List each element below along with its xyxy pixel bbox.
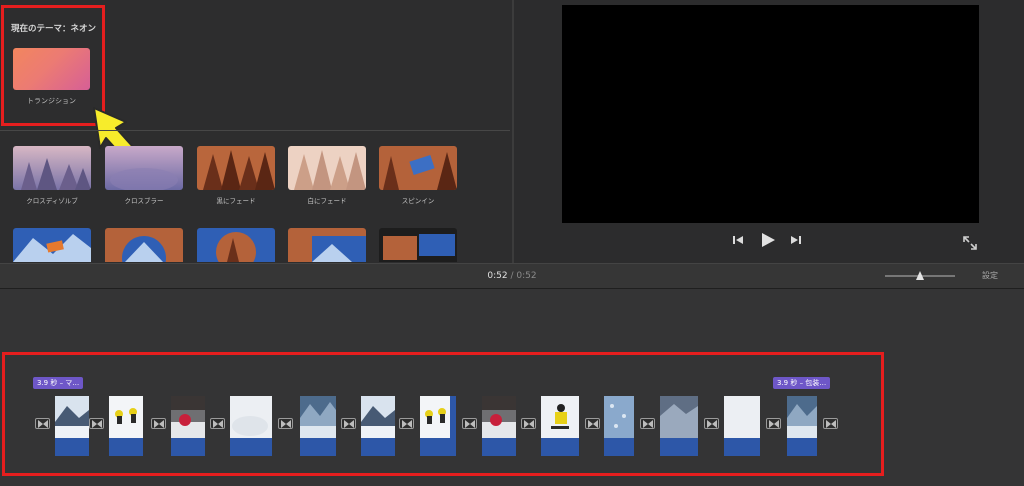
transition-label-fade-black: 黒にフェード bbox=[216, 197, 256, 205]
transition-thumbnail-row2-5[interactable] bbox=[379, 228, 457, 262]
total-time: 0:52 bbox=[516, 271, 537, 281]
zoom-slider-knob[interactable] bbox=[916, 271, 924, 280]
cross-blur-thumbnail[interactable] bbox=[105, 146, 183, 190]
transition-thumbnail-row2-1[interactable] bbox=[13, 228, 91, 262]
transition-label-cross-dissolve: クロスディゾルブ bbox=[26, 197, 78, 205]
play-icon[interactable] bbox=[759, 231, 777, 253]
skip-back-icon[interactable] bbox=[731, 232, 745, 251]
spin-in-thumbnail[interactable] bbox=[379, 146, 457, 190]
browser-separator bbox=[0, 130, 510, 131]
transition-thumbnail-row2-4[interactable] bbox=[288, 228, 366, 262]
video-preview[interactable] bbox=[562, 5, 979, 223]
current-time: 0:52 bbox=[487, 271, 508, 281]
transition-thumbnail-row2-3[interactable] bbox=[197, 228, 275, 262]
fullscreen-icon[interactable] bbox=[962, 235, 978, 255]
fade-to-white-thumbnail[interactable] bbox=[288, 146, 366, 190]
time-separator: / bbox=[510, 271, 514, 281]
transition-thumbnail-row2-2[interactable] bbox=[105, 228, 183, 262]
transition-label-spin-in: スピンイン bbox=[401, 197, 435, 205]
settings-button[interactable]: 設定 bbox=[982, 270, 998, 281]
cross-dissolve-thumbnail[interactable] bbox=[13, 146, 91, 190]
timecode-display: 0:52 / 0:52 bbox=[0, 271, 1024, 281]
transition-label-cross-blur: クロスブラー bbox=[124, 197, 164, 205]
transition-label-fade-white: 白にフェード bbox=[307, 197, 347, 205]
timeline-highlight-box bbox=[2, 352, 884, 476]
timeline-toolbar: 0:52 / 0:52 bbox=[0, 263, 1024, 289]
skip-forward-icon[interactable] bbox=[789, 232, 803, 251]
fade-to-black-thumbnail[interactable] bbox=[197, 146, 275, 190]
